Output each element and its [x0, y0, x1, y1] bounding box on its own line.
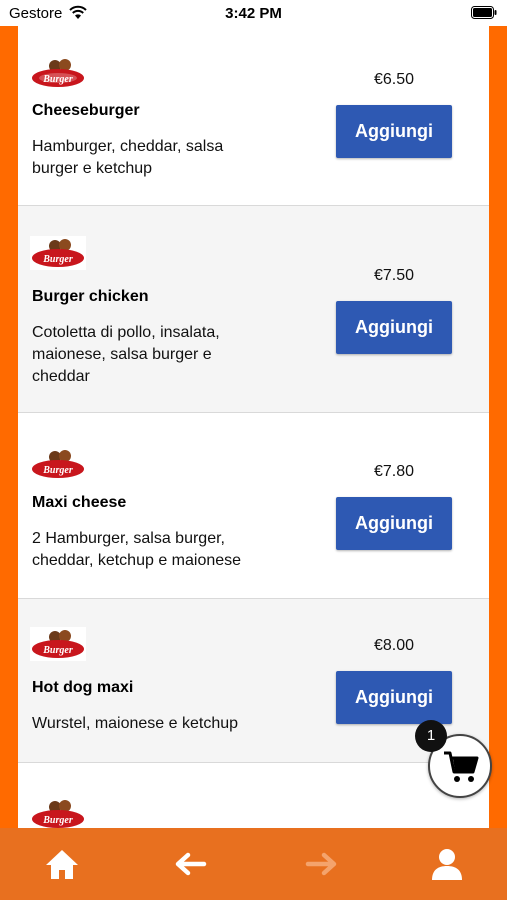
burger-logo: Burger — [30, 627, 86, 661]
product-item: Burger Burger chicken Cotoletta di pollo… — [18, 206, 489, 413]
add-to-cart-button[interactable]: Aggiungi — [336, 497, 452, 550]
product-description: Hamburger, cheddar, salsa burger e ketch… — [32, 138, 224, 177]
burger-logo: Burger — [32, 450, 84, 478]
product-item: Burger Maxi cheese 2 Hamburger, salsa bu… — [18, 413, 489, 599]
cart-icon — [444, 751, 479, 782]
clock: 3:42 PM — [225, 5, 282, 22]
burger-logo: Burger — [32, 59, 84, 87]
product-item: Burger — [18, 763, 489, 828]
product-name: Maxi cheese — [32, 494, 127, 511]
arrow-right-icon[interactable] — [302, 846, 342, 882]
battery-icon — [471, 6, 497, 19]
bottom-nav — [0, 828, 507, 900]
product-name: Cheeseburger — [32, 102, 140, 119]
arrow-left-icon[interactable] — [170, 846, 210, 882]
logo-text: Burger — [42, 815, 73, 826]
logo-text: Burger — [42, 254, 73, 265]
product-description: Cotoletta di pollo, insalata, maionese, … — [32, 324, 220, 385]
left-frame — [0, 26, 18, 828]
add-to-cart-button[interactable]: Aggiungi — [336, 301, 452, 354]
logo-text: Burger — [42, 465, 73, 476]
product-price: €6.50 — [373, 71, 415, 88]
product-name: Hot dog maxi — [32, 679, 134, 696]
product-price: €8.00 — [373, 637, 415, 654]
product-list[interactable]: Burger Cheeseburger Hamburger, cheddar, … — [18, 26, 489, 828]
add-to-cart-button[interactable]: Aggiungi — [336, 105, 452, 158]
home-icon[interactable] — [42, 846, 82, 882]
add-to-cart-button[interactable]: Aggiungi — [336, 671, 452, 724]
product-item: Burger Cheeseburger Hamburger, cheddar, … — [18, 26, 489, 206]
product-price: €7.80 — [373, 463, 415, 480]
logo-text: Burger — [42, 74, 73, 85]
logo-text: Burger — [42, 645, 73, 656]
cart-count-badge: 1 — [415, 720, 447, 752]
product-name: Burger chicken — [32, 288, 149, 305]
product-description: Wurstel, maionese e ketchup — [32, 715, 239, 732]
burger-logo: Burger — [32, 800, 84, 828]
user-icon[interactable] — [427, 846, 467, 882]
product-description: 2 Hamburger, salsa burger, cheddar, ketc… — [32, 530, 242, 569]
status-bar: Gestore 3:42 PM — [0, 0, 507, 26]
product-price: €7.50 — [373, 267, 415, 284]
right-frame — [489, 26, 507, 828]
burger-logo: Burger — [30, 236, 86, 270]
